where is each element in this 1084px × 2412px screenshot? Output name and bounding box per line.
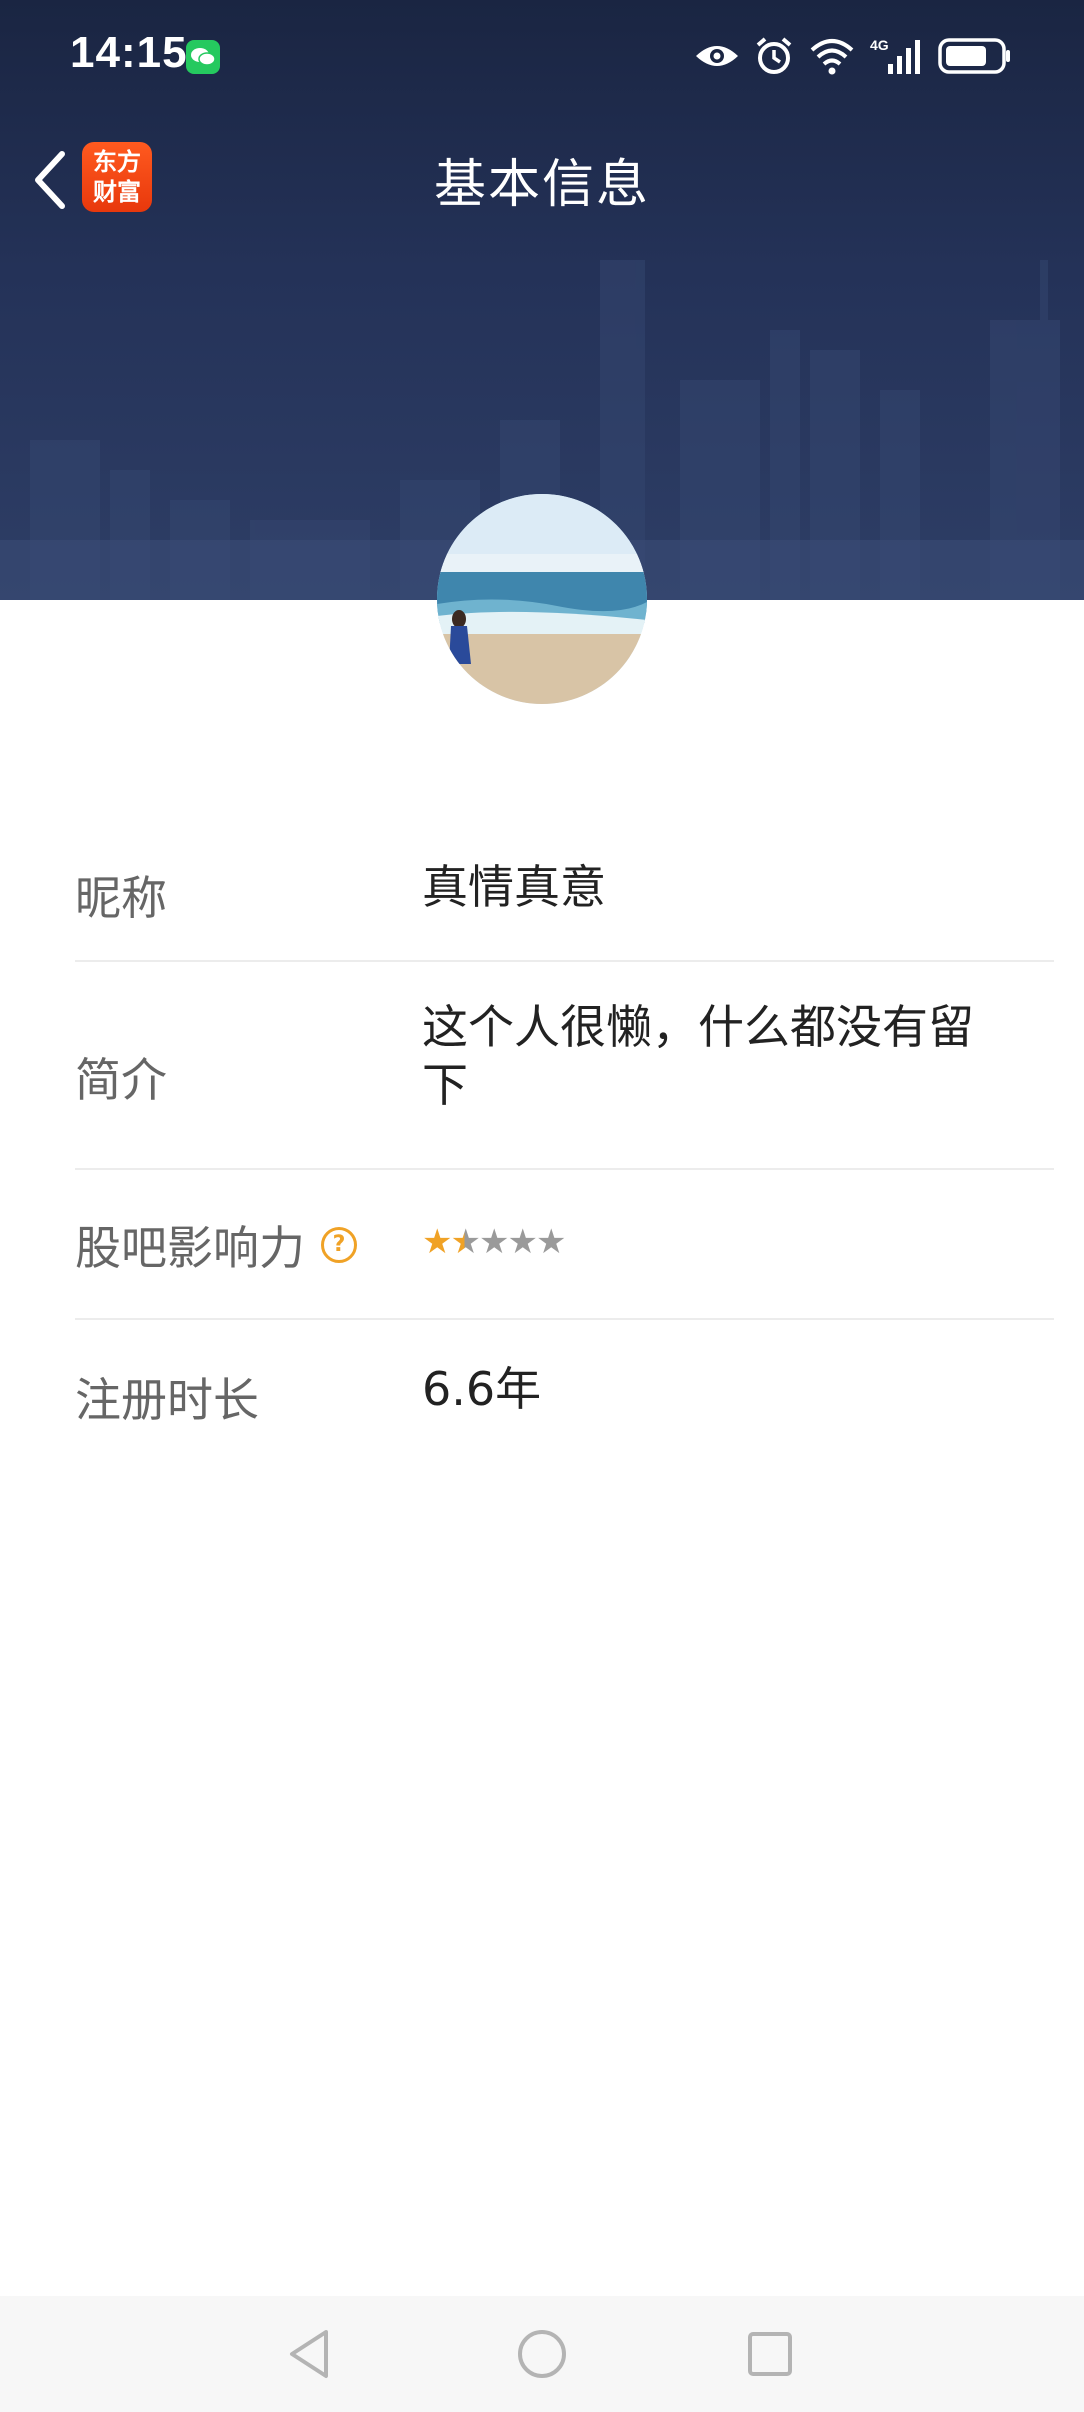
register-duration-row: 注册时长 6.6年 <box>75 1320 1054 1460</box>
register-label: 注册时长 <box>75 1373 259 1427</box>
avatar[interactable] <box>437 494 647 704</box>
svg-text:4G: 4G <box>870 37 889 53</box>
star-2-icon: ★ <box>450 1222 481 1262</box>
avatar-photo <box>437 494 647 704</box>
influence-row: 股吧影响力 ? ★★★★★ <box>75 1170 1054 1320</box>
wifi-icon <box>810 39 854 75</box>
battery-icon <box>938 38 1010 74</box>
influence-label-wrap: 股吧影响力 ? <box>75 1212 357 1278</box>
nickname-row: 昵称 真情真意 <box>75 820 1054 962</box>
help-icon[interactable]: ? <box>321 1227 357 1263</box>
wechat-icon <box>186 40 220 74</box>
nickname-value: 真情真意 <box>422 860 606 914</box>
star-5-icon: ★ <box>535 1222 567 1262</box>
bio-value: 这个人很懒，什么都没有留下 <box>422 1000 974 1112</box>
profile-info-list: 昵称 真情真意 简介 这个人很懒，什么都没有留下 股吧影响力 ? ★★★★★ 注… <box>75 820 1054 1460</box>
star-4-icon: ★ <box>507 1222 538 1262</box>
nav-home-circle-icon[interactable] <box>512 2324 572 2384</box>
system-nav-bar <box>0 2296 1084 2412</box>
influence-stars: ★★★★★ <box>422 1222 567 1262</box>
register-value: 6.6年 <box>422 1362 542 1416</box>
status-bar: 14:15 4G <box>0 0 1084 110</box>
star-3-icon: ★ <box>478 1222 510 1262</box>
nickname-label: 昵称 <box>75 871 167 925</box>
signal-4g-icon: 4G <box>870 37 920 74</box>
status-time: 14:15 <box>70 28 188 77</box>
bio-row: 简介 这个人很懒，什么都没有留下 <box>75 962 1054 1170</box>
star-1-icon: ★ <box>422 1222 453 1262</box>
alarm-icon <box>756 37 792 74</box>
influence-label: 股吧影响力 <box>75 1221 305 1275</box>
eye-icon <box>696 46 738 66</box>
page-title: 基本信息 <box>433 155 650 215</box>
nav-back-triangle-icon[interactable] <box>280 2324 340 2384</box>
bio-label: 简介 <box>75 1053 167 1107</box>
nav-recents-square-icon[interactable] <box>740 2324 800 2384</box>
nav-bar: 东方 财富 基本信息 <box>0 120 1084 240</box>
